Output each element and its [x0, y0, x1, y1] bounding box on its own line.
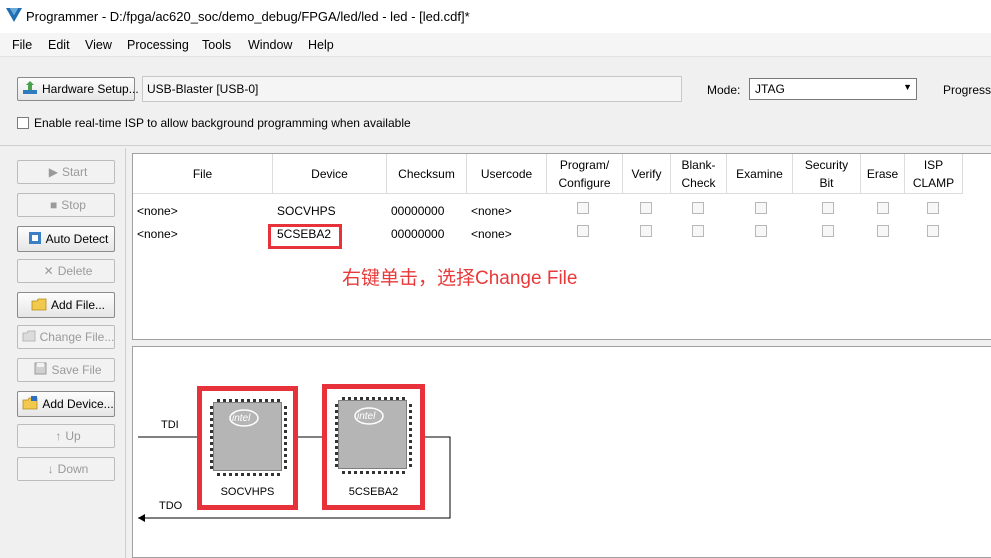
chip-icon: intel	[335, 397, 412, 474]
mode-select[interactable]: JTAG ▼	[749, 78, 917, 100]
menu-bar: File Edit View Processing Tools Window H…	[0, 33, 991, 57]
mode-value: JTAG	[755, 82, 785, 96]
quartus-logo-icon	[6, 8, 22, 25]
add-file-button[interactable]: Add File...	[17, 292, 115, 318]
row1-security-checkbox[interactable]	[822, 202, 834, 214]
change-file-label: Change File...	[39, 330, 115, 344]
column-isp-clamp[interactable]: ISP CLAMP	[905, 154, 963, 194]
delete-button[interactable]: ✕ Delete	[17, 259, 115, 283]
isp-label: Enable real-time ISP to allow background…	[34, 116, 411, 130]
menu-file[interactable]: File	[12, 38, 32, 52]
device-socvhps[interactable]: intel SOCVHPS	[197, 386, 298, 510]
chip-logo: intel	[232, 413, 251, 424]
add-file-label: Add File...	[50, 298, 106, 312]
column-file[interactable]: File	[133, 154, 273, 194]
stop-button[interactable]: ■ Stop	[17, 193, 115, 217]
annotation-text: 右键单击，选择Change File	[342, 268, 578, 289]
delete-label: Delete	[57, 264, 93, 278]
row1-blank-check-checkbox[interactable]	[692, 202, 704, 214]
save-file-label: Save File	[51, 363, 102, 377]
row1-program-checkbox[interactable]	[577, 202, 589, 214]
chip-icon: intel	[210, 399, 287, 476]
add-file-icon	[31, 297, 47, 314]
row1-file[interactable]: <none>	[137, 204, 178, 218]
row1-erase-checkbox[interactable]	[877, 202, 889, 214]
row1-checksum: 00000000	[391, 204, 445, 218]
auto-detect-icon	[28, 231, 42, 248]
column-security-bit[interactable]: Security Bit	[793, 154, 861, 194]
progress-label: Progress:	[943, 83, 991, 97]
device-highlight-box	[268, 224, 342, 249]
auto-detect-button[interactable]: Auto Detect	[17, 226, 115, 252]
column-device[interactable]: Device	[273, 154, 387, 194]
row1-examine-checkbox[interactable]	[755, 202, 767, 214]
column-examine[interactable]: Examine	[727, 154, 793, 194]
start-label: Start	[61, 165, 88, 179]
row2-usercode: <none>	[471, 227, 512, 241]
tdo-label: TDO	[159, 500, 183, 512]
column-verify[interactable]: Verify	[623, 154, 671, 194]
chip-logo: intel	[357, 411, 376, 422]
row2-checksum: 00000000	[391, 227, 445, 241]
menu-window[interactable]: Window	[248, 38, 292, 52]
row1-usercode: <none>	[471, 204, 512, 218]
device-name: SOCVHPS	[220, 486, 275, 498]
add-device-label: Add Device...	[42, 397, 114, 411]
row2-security-checkbox[interactable]	[822, 225, 834, 237]
window-title: Programmer - D:/fpga/ac620_soc/demo_debu…	[26, 9, 470, 24]
down-label: Down	[57, 462, 89, 476]
down-button[interactable]: ↓ Down	[17, 457, 115, 481]
change-file-icon	[22, 329, 36, 346]
play-icon: ▶	[48, 165, 58, 179]
menu-processing[interactable]: Processing	[127, 38, 189, 52]
up-button[interactable]: ↑ Up	[17, 424, 115, 448]
up-icon: ↑	[55, 429, 62, 443]
row1-isp-clamp-checkbox[interactable]	[927, 202, 939, 214]
title-bar: Programmer - D:/fpga/ac620_soc/demo_debu…	[0, 0, 991, 33]
menu-help[interactable]: Help	[308, 38, 334, 52]
delete-icon: ✕	[43, 264, 54, 278]
hardware-setup-label: Hardware Setup...	[42, 82, 139, 96]
row2-program-checkbox[interactable]	[577, 225, 589, 237]
chevron-down-icon: ▼	[903, 82, 912, 92]
save-file-button[interactable]: Save File	[17, 358, 115, 382]
column-erase[interactable]: Erase	[861, 154, 905, 194]
add-device-button[interactable]: Add Device...	[17, 391, 115, 417]
stop-icon: ■	[50, 198, 58, 212]
isp-checkbox[interactable]	[17, 117, 29, 129]
hardware-setup-button[interactable]: Hardware Setup...	[17, 77, 139, 101]
row2-examine-checkbox[interactable]	[755, 225, 767, 237]
device-5cseba2[interactable]: intel 5CSEBA2	[322, 384, 425, 510]
row2-verify-checkbox[interactable]	[640, 225, 652, 237]
column-blank-check[interactable]: Blank- Check	[671, 154, 727, 194]
row2-blank-check-checkbox[interactable]	[692, 225, 704, 237]
auto-detect-label: Auto Detect	[45, 232, 109, 246]
down-icon: ↓	[47, 462, 54, 476]
row2-erase-checkbox[interactable]	[877, 225, 889, 237]
save-icon	[34, 362, 47, 378]
column-program-configure[interactable]: Program/ Configure	[547, 154, 623, 194]
menu-view[interactable]: View	[85, 38, 112, 52]
change-file-button[interactable]: Change File...	[17, 325, 115, 349]
device-name: 5CSEBA2	[348, 486, 399, 498]
stop-label: Stop	[61, 198, 86, 212]
up-label: Up	[65, 429, 81, 443]
menu-edit[interactable]: Edit	[48, 38, 70, 52]
add-device-icon	[22, 395, 38, 413]
device-table: File Device Checksum Usercode Program/ C…	[132, 153, 991, 340]
menu-tools[interactable]: Tools	[202, 38, 231, 52]
tdi-label: TDI	[161, 419, 179, 431]
jtag-chain-panel: TDI TDO intel SOCVHPS intel 5CSEBA2	[132, 346, 991, 558]
row1-verify-checkbox[interactable]	[640, 202, 652, 214]
row2-file[interactable]: <none>	[137, 227, 178, 241]
row1-device[interactable]: SOCVHPS	[277, 204, 336, 218]
column-checksum[interactable]: Checksum	[387, 154, 467, 194]
mode-label: Mode:	[707, 83, 741, 97]
column-usercode[interactable]: Usercode	[467, 154, 547, 194]
hardware-field[interactable]: USB-Blaster [USB-0]	[142, 76, 682, 102]
row2-isp-clamp-checkbox[interactable]	[927, 225, 939, 237]
toolbar	[0, 58, 991, 146]
hardware-icon	[22, 80, 38, 98]
start-button[interactable]: ▶ Start	[17, 160, 115, 184]
